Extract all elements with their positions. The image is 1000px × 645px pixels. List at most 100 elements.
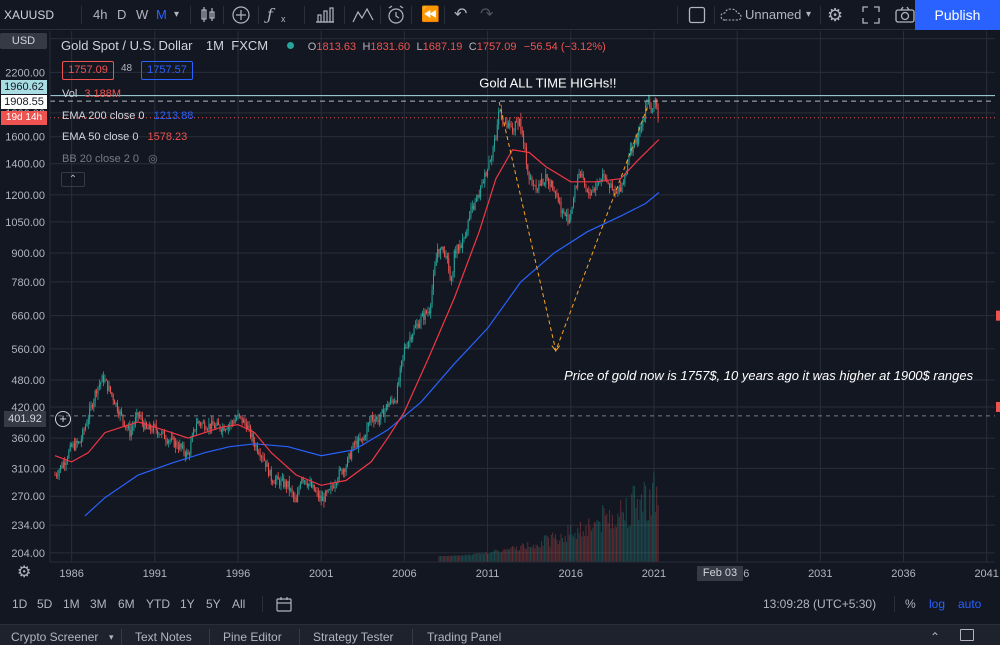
range-1m[interactable]: 1M [63,592,80,616]
replay-icon[interactable]: ⏪ [421,0,440,30]
range-all[interactable]: All [232,592,245,616]
layout-name[interactable]: Unnamed [745,0,801,30]
tab-strategy-tester[interactable]: Strategy Tester [313,625,393,645]
candle-body [457,244,459,251]
range-6m[interactable]: 6M [118,592,135,616]
redo-icon[interactable]: ↷ [480,0,493,30]
buy-price-box[interactable]: 1757.57 [141,61,193,80]
publish-button[interactable]: Publish [915,0,1000,30]
undo-icon[interactable]: ↶ [454,0,467,30]
candle-body [274,479,276,484]
candle-body [611,183,613,191]
candle-body [331,486,333,487]
legend-ema50-row[interactable]: EMA 50 close 0 1578.23 [62,131,187,143]
interval-d[interactable]: D [117,0,126,30]
add-indicator-icon[interactable] [231,5,251,25]
volume-bar [462,555,464,562]
candle-body [141,416,143,423]
collapse-legend-button[interactable]: ⌃ [61,172,85,187]
volume-bar [453,555,455,562]
price-tick-label: 900.00 [11,248,45,260]
candle-body [603,174,605,177]
candle-body [387,404,389,407]
fx-indicators-icon[interactable]: ƒ [267,0,273,30]
candle-body [83,429,85,431]
compare-icon[interactable] [352,6,374,24]
candle-body [198,421,200,424]
volume-bar [599,521,601,562]
candle-body [248,425,250,427]
candle-body [464,236,466,238]
ema200-line [84,192,660,517]
sell-price-box[interactable]: 1757.09 [62,61,114,80]
time-tick-label: 2036 [891,568,915,580]
range-5d[interactable]: 5D [37,592,52,616]
tab-trading-panel[interactable]: Trading Panel [427,625,501,645]
chart-settings-gear-icon[interactable]: ⚙ [17,562,31,582]
maximize-panel-icon[interactable] [960,629,974,641]
layout-dropdown-icon[interactable]: ▾ [806,0,811,30]
volume-bar [512,546,514,562]
tab-crypto-screener[interactable]: Crypto Screener [11,625,98,645]
candle-body [416,323,418,326]
percent-toggle[interactable]: % [905,592,916,616]
volume-bar [527,541,529,562]
range-1y[interactable]: 1Y [180,592,195,616]
goto-date-icon[interactable] [276,596,292,612]
candles-icon[interactable] [199,6,217,24]
price-tick-label: 1200.00 [5,190,45,202]
candle-body [295,498,297,502]
candle-body [259,453,261,457]
candle-body [330,486,332,490]
legend-open: 1813.63 [316,41,357,53]
candle-body [73,443,75,450]
range-1d[interactable]: 1D [12,592,27,616]
candle-body [284,481,286,487]
candle-body [366,426,368,437]
settings-gear-icon[interactable]: ⚙ [827,0,843,30]
camera-snapshot-icon[interactable] [895,6,915,24]
fullscreen-icon[interactable] [862,6,880,24]
templates-icon[interactable] [315,6,335,24]
range-3m[interactable]: 3M [90,592,107,616]
candle-body [530,177,532,180]
volume-bar [552,532,554,562]
tab-pine-editor[interactable]: Pine Editor [223,625,282,645]
volume-bar [491,552,493,562]
auto-toggle[interactable]: auto [958,592,981,616]
volume-bar [517,550,519,562]
price-tick-label: 310.00 [11,463,45,475]
collapse-panel-icon[interactable]: ⌃ [930,625,940,645]
legend-ema200-row[interactable]: EMA 200 close 0 1213.88 [62,110,193,122]
select-layout-icon[interactable] [688,6,706,24]
add-alert-plus-icon[interactable]: + [55,411,71,427]
candle-body [356,440,358,447]
range-5y[interactable]: 5Y [206,592,221,616]
candle-body [656,98,658,107]
candle-body [609,183,611,188]
interval-w[interactable]: W [136,0,148,30]
interval-dropdown-icon[interactable]: ▾ [174,0,179,30]
alert-icon[interactable] [386,5,406,25]
candle-body [126,426,128,428]
tab-text-notes[interactable]: Text Notes [135,625,192,645]
interval-m[interactable]: M [156,0,167,30]
interval-4h[interactable]: 4h [93,0,107,30]
log-toggle[interactable]: log [929,592,945,616]
symbol-search[interactable]: XAUUSD [4,0,54,30]
candle-body [426,310,428,314]
volume-bar [495,549,497,562]
candle-body [255,444,257,448]
volume-bar [492,551,494,562]
screener-dropdown-icon[interactable]: ▾ [109,625,114,645]
hidden-eye-icon[interactable]: ◎ [148,153,158,165]
range-ytd[interactable]: YTD [146,592,170,616]
candle-body [403,347,405,356]
candle-body [469,216,471,221]
volume-bar [617,513,619,562]
candle-body [657,106,659,119]
legend-bb-row[interactable]: BB 20 close 2 0 ◎ [62,152,158,165]
candle-body [270,469,272,482]
clock[interactable]: 13:09:28 (UTC+5:30) [763,592,876,616]
candle-body [306,483,308,487]
